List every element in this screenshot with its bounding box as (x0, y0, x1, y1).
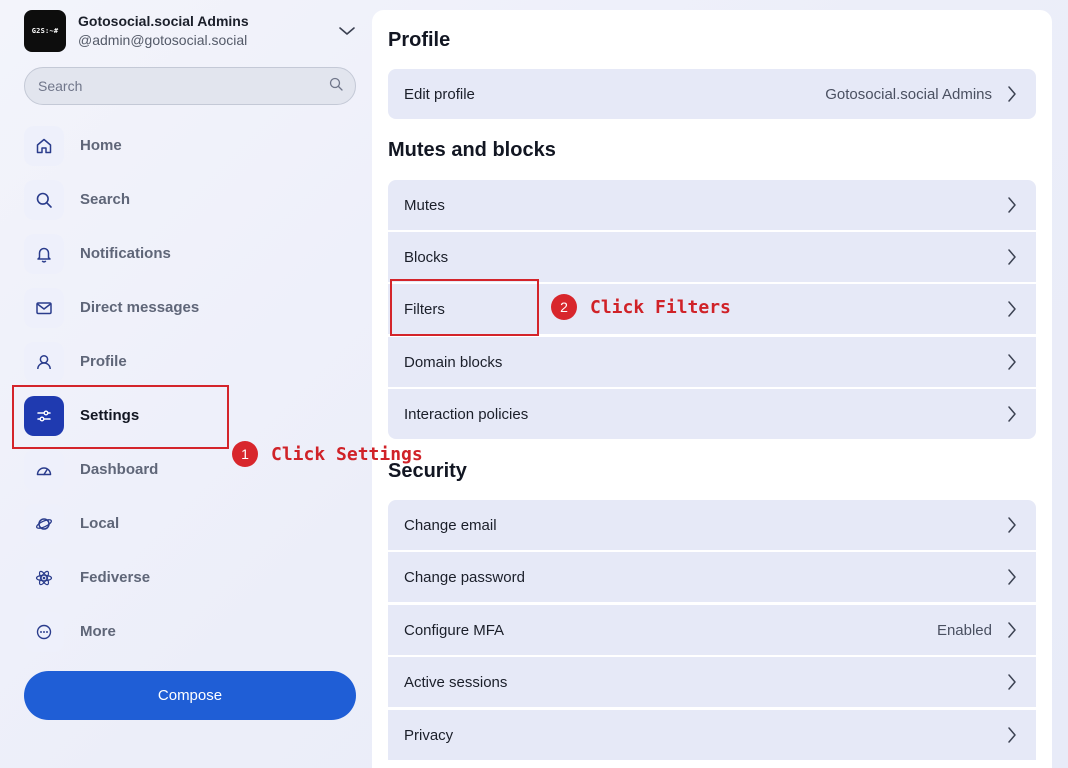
planet-icon (24, 504, 64, 544)
row-active-sessions[interactable]: Active sessions (388, 657, 1036, 707)
row-label: Configure MFA (404, 621, 505, 639)
nav-label-local: Local (80, 515, 120, 532)
home-icon (24, 126, 64, 166)
gauge-icon (24, 450, 64, 490)
step-instruction: Click Filters (590, 296, 731, 318)
row-label: Active sessions (404, 673, 508, 691)
row-blocks[interactable]: Blocks (388, 232, 1036, 282)
row-configure-mfa[interactable]: Configure MFA Enabled (388, 605, 1036, 655)
row-label: Interaction policies (404, 405, 529, 423)
more-icon (24, 612, 64, 652)
row-label: Edit profile (404, 85, 475, 103)
nav-label-home: Home (80, 137, 122, 154)
row-label: Domain blocks (404, 353, 503, 371)
step-number-badge: 1 (232, 441, 258, 467)
highlight-filters-box (390, 279, 539, 336)
avatar: G2S:~# (24, 10, 66, 52)
nav-label-direct-messages: Direct messages (80, 299, 200, 316)
row-value: Gotosocial.social Admins (825, 85, 992, 103)
account-info: Gotosocial.social Admins @admin@gotosoci… (78, 12, 336, 50)
nav-item-search[interactable]: Search (24, 180, 360, 234)
row-domain-blocks[interactable]: Domain blocks (388, 337, 1036, 387)
nav-item-local[interactable]: Local (24, 504, 360, 558)
atom-icon (24, 558, 64, 598)
row-change-email[interactable]: Change email (388, 500, 1036, 550)
chevron-right-icon (1004, 403, 1020, 425)
row-change-password[interactable]: Change password (388, 552, 1036, 602)
nav-item-fediverse[interactable]: Fediverse (24, 558, 360, 612)
chevron-right-icon (1004, 351, 1020, 373)
row-label: Mutes (404, 196, 445, 214)
chevron-right-icon (1004, 83, 1020, 105)
section-title-mutes-and-blocks: Mutes and blocks (388, 139, 556, 161)
row-label: Change password (404, 568, 525, 586)
row-label: Change email (404, 516, 497, 534)
chevron-right-icon (1004, 724, 1020, 746)
chevron-right-icon (1004, 246, 1020, 268)
settings-panel: Profile Edit profile Gotosocial.social A… (372, 10, 1052, 768)
row-interaction-policies[interactable]: Interaction policies (388, 389, 1036, 439)
nav-item-home[interactable]: Home (24, 126, 360, 180)
chevron-right-icon (1004, 298, 1020, 320)
annotation-step-2: 2 Click Filters (551, 294, 731, 320)
row-privacy[interactable]: Privacy (388, 710, 1036, 760)
search-input[interactable] (38, 78, 329, 94)
search-icon[interactable] (329, 77, 343, 96)
row-mutes[interactable]: Mutes (388, 180, 1036, 230)
nav-label-more: More (80, 623, 116, 640)
step-instruction: Click Settings (271, 443, 423, 465)
chevron-right-icon (1004, 514, 1020, 536)
user-icon (24, 342, 64, 382)
chevron-down-icon[interactable] (336, 20, 358, 42)
bell-icon (24, 234, 64, 274)
search-bar[interactable] (24, 67, 356, 105)
nav-item-more[interactable]: More (24, 612, 360, 666)
highlight-settings-box (12, 385, 229, 449)
nav-label-fediverse: Fediverse (80, 569, 151, 586)
nav-label-dashboard: Dashboard (80, 461, 159, 478)
row-value: Enabled (936, 621, 992, 639)
section-title-profile: Profile (388, 29, 451, 51)
nav-item-direct-messages[interactable]: Direct messages (24, 288, 360, 342)
nav-label-profile: Profile (80, 353, 127, 370)
compose-button[interactable]: Compose (24, 671, 356, 720)
chevron-right-icon (1004, 671, 1020, 693)
account-switcher[interactable]: G2S:~# Gotosocial.social Admins @admin@g… (24, 9, 360, 53)
chevron-right-icon (1004, 194, 1020, 216)
chevron-right-icon (1004, 619, 1020, 641)
annotation-step-1: 1 Click Settings (232, 441, 423, 467)
mail-icon (24, 288, 64, 328)
nav-label-notifications: Notifications (80, 245, 171, 262)
account-name: Gotosocial.social Admins (78, 13, 249, 29)
row-label: Privacy (404, 726, 454, 744)
sidebar: G2S:~# Gotosocial.social Admins @admin@g… (0, 0, 372, 768)
row-edit-profile[interactable]: Edit profile Gotosocial.social Admins (388, 69, 1036, 119)
chevron-right-icon (1004, 566, 1020, 588)
account-handle: @admin@gotosocial.social (78, 32, 248, 48)
step-number-badge: 2 (551, 294, 577, 320)
search-icon (24, 180, 64, 220)
nav-item-notifications[interactable]: Notifications (24, 234, 360, 288)
nav-label-search: Search (80, 191, 131, 208)
row-label: Blocks (404, 248, 449, 266)
